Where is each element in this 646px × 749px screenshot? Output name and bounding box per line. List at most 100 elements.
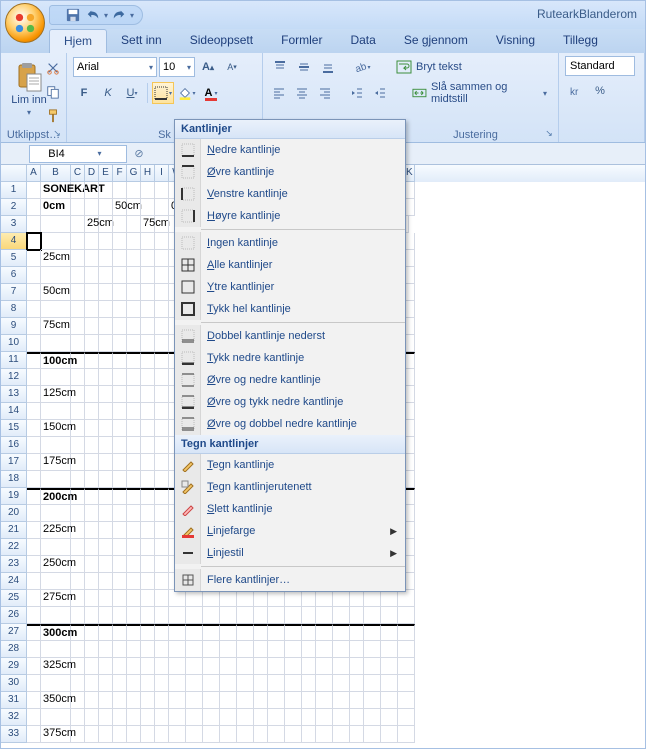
cell[interactable] [27, 233, 41, 250]
bold-button[interactable]: F [73, 82, 95, 104]
font-name-combo[interactable]: Arial▾ [73, 57, 157, 77]
cell[interactable] [85, 607, 99, 624]
row-header[interactable]: 33 [1, 726, 27, 743]
row-header[interactable]: 21 [1, 522, 27, 539]
border-draw-option[interactable]: Slett kantlinje [175, 498, 405, 520]
cell[interactable] [316, 709, 333, 726]
cell[interactable] [41, 471, 71, 488]
tab-formler[interactable]: Formler [267, 29, 336, 53]
cell[interactable] [155, 709, 169, 726]
cell[interactable] [127, 318, 141, 335]
cell[interactable] [27, 386, 41, 403]
cell[interactable]: 150cm [41, 420, 71, 437]
cell[interactable] [169, 590, 186, 607]
cell[interactable] [99, 318, 113, 335]
save-icon[interactable] [64, 6, 82, 24]
cell[interactable]: 100cm [41, 352, 71, 369]
cell[interactable] [127, 369, 141, 386]
cell[interactable] [85, 454, 99, 471]
cell[interactable] [71, 284, 85, 301]
row-header[interactable]: 5 [1, 250, 27, 267]
cell[interactable] [113, 437, 127, 454]
cell[interactable] [268, 624, 285, 641]
cell[interactable] [71, 539, 85, 556]
border-option[interactable]: Høyre kantlinje [175, 205, 405, 227]
cell[interactable] [85, 539, 99, 556]
cell[interactable] [99, 641, 113, 658]
cell[interactable] [141, 726, 155, 743]
cell[interactable] [99, 675, 113, 692]
cell[interactable] [186, 607, 203, 624]
row-header[interactable]: 19 [1, 488, 27, 505]
row-header[interactable]: 4 [1, 233, 27, 250]
cell[interactable] [155, 437, 169, 454]
cell[interactable] [316, 658, 333, 675]
cell[interactable] [127, 488, 141, 505]
cell[interactable]: SONEKART [41, 182, 71, 199]
cell[interactable] [220, 692, 237, 709]
cell[interactable] [398, 709, 415, 726]
cell[interactable] [99, 335, 113, 352]
cell[interactable] [141, 454, 155, 471]
border-option[interactable]: Øvre og dobbel nedre kantlinje [175, 413, 405, 435]
paste-dropdown-icon[interactable]: ▾ [27, 108, 31, 117]
row-header[interactable]: 12 [1, 369, 27, 386]
cell[interactable] [350, 590, 364, 607]
cell[interactable]: 275cm [41, 590, 71, 607]
cell[interactable] [99, 403, 113, 420]
cell[interactable] [381, 607, 398, 624]
cell[interactable] [141, 182, 155, 199]
cell[interactable] [203, 641, 220, 658]
undo-icon[interactable] [84, 6, 102, 24]
cell[interactable] [203, 590, 220, 607]
cell[interactable] [220, 641, 237, 658]
cell[interactable] [364, 590, 381, 607]
border-option[interactable]: Øvre og tykk nedre kantlinje [175, 391, 405, 413]
cell[interactable] [71, 437, 85, 454]
cell[interactable] [127, 335, 141, 352]
cell[interactable] [99, 607, 113, 624]
cell[interactable] [85, 386, 99, 403]
cell[interactable] [113, 454, 127, 471]
cell[interactable] [141, 522, 155, 539]
cell[interactable] [85, 726, 99, 743]
italic-button[interactable]: K [97, 82, 119, 104]
cell[interactable] [141, 505, 155, 522]
border-option[interactable]: Ytre kantlinjer [175, 276, 405, 298]
cell[interactable]: 0cm [41, 199, 71, 216]
more-borders-item[interactable]: Flere kantlinjer… [175, 569, 405, 591]
cell[interactable] [85, 301, 99, 318]
cell[interactable] [141, 386, 155, 403]
cell[interactable] [113, 318, 127, 335]
cell[interactable] [141, 641, 155, 658]
cell[interactable] [85, 573, 99, 590]
cell[interactable] [27, 539, 41, 556]
percent-button[interactable]: % [589, 80, 611, 102]
cell[interactable] [141, 675, 155, 692]
cell[interactable] [113, 539, 127, 556]
cell[interactable] [27, 488, 41, 505]
cell[interactable] [237, 709, 254, 726]
cell[interactable] [71, 488, 85, 505]
cell[interactable] [350, 658, 364, 675]
cell[interactable] [27, 624, 41, 641]
cell[interactable] [71, 556, 85, 573]
cell[interactable] [127, 267, 141, 284]
cell[interactable] [127, 420, 141, 437]
cell[interactable] [99, 658, 113, 675]
cell[interactable] [268, 658, 285, 675]
row-header[interactable]: 31 [1, 692, 27, 709]
cell[interactable] [99, 437, 113, 454]
cell[interactable] [285, 709, 302, 726]
row-header[interactable]: 1 [1, 182, 27, 199]
cell[interactable] [41, 216, 71, 233]
border-option[interactable]: Dobbel kantlinje nederst [175, 325, 405, 347]
cell[interactable] [71, 607, 85, 624]
cell[interactable] [186, 624, 203, 641]
cell[interactable] [127, 199, 141, 216]
row-header[interactable]: 3 [1, 216, 27, 233]
cell[interactable] [203, 709, 220, 726]
cell[interactable] [113, 352, 127, 369]
cell[interactable] [381, 709, 398, 726]
cell[interactable] [398, 675, 415, 692]
